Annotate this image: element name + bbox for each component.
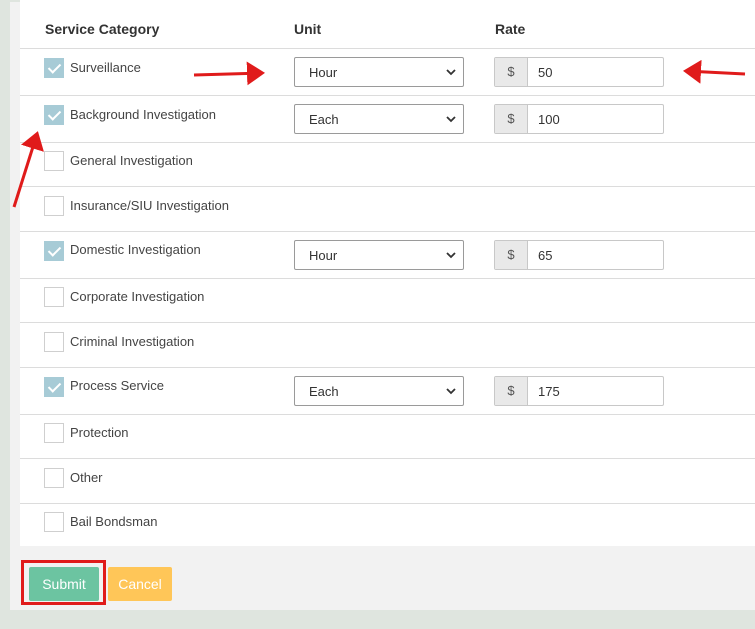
bail-bondsman-label: Bail Bondsman	[70, 514, 158, 529]
surveillance-label: Surveillance	[70, 60, 141, 75]
corporate-investigation-label: Corporate Investigation	[70, 289, 205, 304]
table-row: Surveillance Hour $ 50	[20, 49, 755, 96]
chevron-down-icon	[446, 116, 456, 123]
surveillance-checkbox[interactable]	[44, 58, 64, 78]
currency-addon: $	[495, 377, 528, 405]
table-row: Corporate Investigation	[20, 279, 755, 323]
table-row: Bail Bondsman	[20, 504, 755, 546]
domestic-investigation-unit-select[interactable]: Hour	[294, 240, 464, 270]
table-row: Process Service Each $ 175	[20, 368, 755, 415]
process-service-unit-select[interactable]: Each	[294, 376, 464, 406]
corporate-investigation-checkbox[interactable]	[44, 287, 64, 307]
bail-bondsman-checkbox[interactable]	[44, 512, 64, 532]
criminal-investigation-checkbox[interactable]	[44, 332, 64, 352]
insurance-siu-investigation-label: Insurance/SIU Investigation	[70, 198, 229, 213]
domestic-investigation-rate-input[interactable]: $ 65	[494, 240, 664, 270]
other-checkbox[interactable]	[44, 468, 64, 488]
header-service-category: Service Category	[45, 21, 160, 37]
header-unit: Unit	[294, 21, 322, 37]
background-investigation-unit-select[interactable]: Each	[294, 104, 464, 134]
protection-label: Protection	[70, 425, 129, 440]
header-rate: Rate	[495, 21, 526, 37]
domestic-investigation-checkbox[interactable]	[44, 241, 64, 261]
process-service-label: Process Service	[70, 378, 164, 393]
table-row: Criminal Investigation	[20, 323, 755, 368]
table-header: Service Category Unit Rate	[20, 0, 755, 49]
domestic-investigation-rate-value: 65	[538, 248, 553, 263]
surveillance-rate-value: 50	[538, 65, 553, 80]
table-row: Other	[20, 459, 755, 504]
general-investigation-checkbox[interactable]	[44, 151, 64, 171]
other-label: Other	[70, 470, 103, 485]
surveillance-unit-select[interactable]: Hour	[294, 57, 464, 87]
process-service-rate-value: 175	[538, 384, 560, 399]
insurance-siu-investigation-checkbox[interactable]	[44, 196, 64, 216]
background-investigation-rate-input[interactable]: $ 100	[494, 104, 664, 134]
process-service-rate-input[interactable]: $ 175	[494, 376, 664, 406]
domestic-investigation-label: Domestic Investigation	[70, 242, 201, 257]
process-service-checkbox[interactable]	[44, 377, 64, 397]
table-row: Insurance/SIU Investigation	[20, 187, 755, 232]
table-row: General Investigation	[20, 143, 755, 187]
criminal-investigation-label: Criminal Investigation	[70, 334, 195, 349]
table-row: Background Investigation Each $ 100	[20, 96, 755, 143]
table-row: Protection	[20, 415, 755, 459]
cancel-button[interactable]: Cancel	[108, 567, 172, 601]
background-investigation-rate-value: 100	[538, 112, 560, 127]
chevron-down-icon	[446, 388, 456, 395]
chevron-down-icon	[446, 69, 456, 76]
currency-addon: $	[495, 105, 528, 133]
background-investigation-checkbox[interactable]	[44, 105, 64, 125]
protection-checkbox[interactable]	[44, 423, 64, 443]
currency-addon: $	[495, 241, 528, 269]
submit-button[interactable]: Submit	[29, 567, 99, 601]
chevron-down-icon	[446, 252, 456, 259]
service-rates-table: Service Category Unit Rate Surveillance …	[20, 0, 755, 546]
surveillance-rate-input[interactable]: $ 50	[494, 57, 664, 87]
table-row: Domestic Investigation Hour $ 65	[20, 232, 755, 279]
currency-addon: $	[495, 58, 528, 86]
background-investigation-label: Background Investigation	[70, 107, 216, 122]
general-investigation-label: General Investigation	[70, 153, 193, 168]
